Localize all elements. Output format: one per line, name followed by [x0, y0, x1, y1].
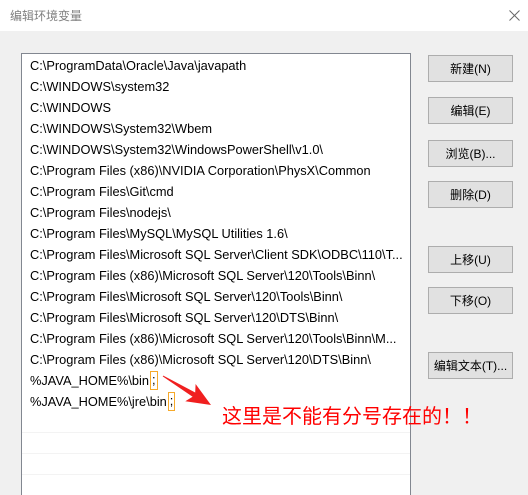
list-item-text: C:\Program Files (x86)\Microsoft SQL Ser…	[30, 352, 371, 367]
edit-text-button[interactable]: 编辑文本(T)...	[428, 352, 513, 379]
list-item-text: C:\WINDOWS\system32	[30, 79, 170, 94]
list-item-text: C:\Program Files\Microsoft SQL Server\12…	[30, 310, 339, 325]
list-item-text: C:\Program Files (x86)\Microsoft SQL Ser…	[30, 268, 376, 283]
list-item[interactable]: %JAVA_HOME%\bin;	[22, 370, 410, 391]
list-item[interactable]: C:\WINDOWS	[22, 97, 410, 118]
list-empty-row[interactable]	[22, 433, 410, 454]
new-button[interactable]: 新建(N)	[428, 55, 513, 82]
list-item-text: C:\Program Files\nodejs\	[30, 205, 171, 220]
list-item-text: C:\WINDOWS\System32\WindowsPowerShell\v1…	[30, 142, 323, 157]
browse-button[interactable]: 浏览(B)...	[428, 140, 513, 167]
list-item[interactable]: C:\Program Files\Microsoft SQL Server\Cl…	[22, 244, 410, 265]
semicolon-highlight: ;	[167, 392, 176, 411]
edit-button[interactable]: 编辑(E)	[428, 97, 513, 124]
list-item-text: C:\Program Files\Microsoft SQL Server\Cl…	[30, 247, 403, 262]
close-button[interactable]	[500, 0, 528, 31]
list-item[interactable]: C:\Program Files\MySQL\MySQL Utilities 1…	[22, 223, 410, 244]
list-empty-row[interactable]	[22, 475, 410, 495]
list-item[interactable]: C:\WINDOWS\System32\WindowsPowerShell\v1…	[22, 139, 410, 160]
list-item-text: C:\WINDOWS\System32\Wbem	[30, 121, 213, 136]
annotation-text: 这里是不能有分号存在的！！	[222, 406, 482, 428]
move-up-button[interactable]: 上移(U)	[428, 246, 513, 273]
list-item[interactable]: C:\Program Files\Git\cmd	[22, 181, 410, 202]
list-item[interactable]: C:\ProgramData\Oracle\Java\javapath	[22, 55, 410, 76]
list-item-text: C:\WINDOWS	[30, 100, 112, 115]
close-icon	[508, 10, 520, 21]
list-item[interactable]: C:\Program Files\Microsoft SQL Server\12…	[22, 286, 410, 307]
list-empty-row[interactable]	[22, 454, 410, 475]
list-item[interactable]: C:\Program Files\Microsoft SQL Server\12…	[22, 307, 410, 328]
list-item[interactable]: C:\Program Files (x86)\Microsoft SQL Ser…	[22, 349, 410, 370]
move-down-button[interactable]: 下移(O)	[428, 287, 513, 314]
list-item-text: C:\Program Files\Microsoft SQL Server\12…	[30, 289, 343, 304]
list-item[interactable]: C:\Program Files (x86)\NVIDIA Corporatio…	[22, 160, 410, 181]
list-item[interactable]: C:\Program Files (x86)\Microsoft SQL Ser…	[22, 265, 410, 286]
list-item-text: C:\Program Files\Git\cmd	[30, 184, 174, 199]
list-item[interactable]: C:\WINDOWS\system32	[22, 76, 410, 97]
list-item-text: %JAVA_HOME%\jre\bin	[30, 394, 167, 409]
list-item[interactable]: C:\Program Files\nodejs\	[22, 202, 410, 223]
list-item[interactable]: C:\WINDOWS\System32\Wbem	[22, 118, 410, 139]
semicolon-highlight: ;	[150, 371, 158, 390]
list-item-text: C:\Program Files\MySQL\MySQL Utilities 1…	[30, 226, 288, 241]
list-item[interactable]: C:\Program Files (x86)\Microsoft SQL Ser…	[22, 328, 410, 349]
list-item-text: C:\ProgramData\Oracle\Java\javapath	[30, 58, 247, 73]
delete-button[interactable]: 删除(D)	[428, 181, 513, 208]
title-bar[interactable]: 编辑环境变量	[0, 0, 528, 31]
window-title: 编辑环境变量	[10, 9, 83, 23]
list-item-text: %JAVA_HOME%\bin	[30, 373, 150, 388]
list-item-text: C:\Program Files (x86)\NVIDIA Corporatio…	[30, 163, 371, 178]
list-item-text: C:\Program Files (x86)\Microsoft SQL Ser…	[30, 331, 397, 346]
